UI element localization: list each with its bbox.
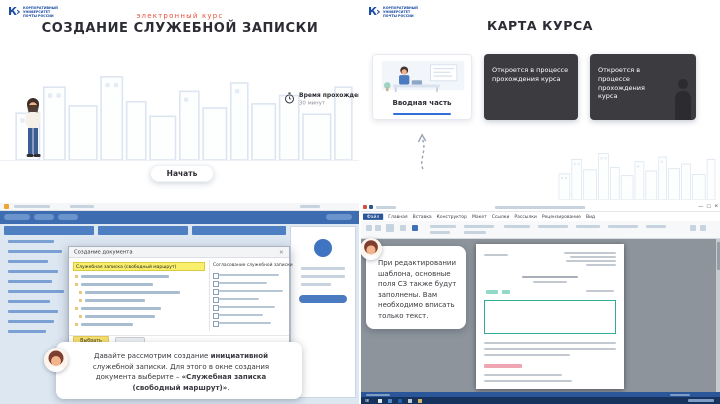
duration-label: Время прохождения: [299, 92, 360, 99]
intro-section-illustration: [381, 61, 465, 93]
narrator-caption: Давайте рассмотрим создание инициативной…: [56, 342, 302, 399]
narrator-avatar-illustration: [360, 238, 382, 260]
user-badge-icon: [314, 239, 332, 257]
duration-value: 30 минут: [299, 100, 326, 107]
scrollbar-thumb[interactable]: [716, 242, 720, 270]
taskbar-app-icon[interactable]: [387, 398, 392, 403]
dialog-titlebar: Создание документа ✕: [69, 247, 289, 258]
corporate-university-logo: К› КОРПОРАТИВНЫЙ УНИВЕРСИТЕТ ПОЧТЫ РОССИ…: [8, 6, 86, 29]
ribbon-controls: [360, 221, 720, 239]
corporate-university-logo: К› КОРПОРАТИВНЫЙ УНИВЕРСИТЕТ ПОЧТЫ РОССИ…: [368, 6, 446, 29]
screenshot-edo-document-system: Создание документа ✕ Служебная записка (…: [0, 202, 360, 404]
memo-title-placeholder: [522, 276, 578, 279]
tab-layout[interactable]: Макет: [472, 214, 487, 219]
create-document-dialog: Создание документа ✕ Служебная записка (…: [68, 246, 293, 348]
dialog-title: Создание документа: [74, 249, 133, 255]
locked-section-text: Откроется в процессе прохождения курса: [598, 66, 645, 101]
duration-text: Время прохождения 30 минут: [299, 92, 360, 107]
memo-text-field[interactable]: [484, 300, 616, 334]
course-section-card-intro[interactable]: Вводная часть: [372, 54, 472, 120]
clock-icon: [284, 92, 295, 104]
duration-info: Время прохождения 30 минут: [284, 92, 360, 107]
tab-insert[interactable]: Вставка: [413, 214, 432, 219]
tab-references[interactable]: Ссылки: [492, 214, 510, 219]
girl-character-illustration: [25, 98, 41, 157]
person-silhouette-icon: [675, 79, 691, 120]
course-screens-montage: К› КОРПОРАТИВНЫЙ УНИВЕРСИТЕТ ПОЧТЫ РОССИ…: [0, 0, 720, 404]
window-controls: — ▢ ✕: [698, 203, 718, 209]
maximize-icon[interactable]: ▢: [706, 203, 711, 209]
column-header: [192, 226, 286, 235]
memo-template-page[interactable]: [476, 244, 624, 400]
taskbar-app-icon[interactable]: [377, 398, 382, 403]
close-icon[interactable]: ✕: [279, 249, 284, 255]
save-icon[interactable]: [369, 205, 373, 209]
narrator-avatar: [360, 238, 382, 260]
autofilled-field-highlight: [486, 290, 498, 294]
taskbar-app-icon[interactable]: [417, 398, 422, 403]
start-course-button[interactable]: Начать: [150, 165, 214, 182]
document-type-item-selected[interactable]: Служебная записка (свободный маршрут): [73, 262, 205, 271]
course-section-card-locked-2[interactable]: Откроется в процессе прохождения курса: [590, 54, 696, 120]
column-header: [98, 226, 188, 235]
vertical-scrollbar[interactable]: [716, 239, 720, 392]
section-label: Вводная часть: [392, 99, 452, 107]
tab-home[interactable]: Главная: [388, 214, 407, 219]
taskbar-tray-placeholder: [688, 399, 714, 402]
narrator-caption: При редактировании шаблона, основные пол…: [366, 246, 466, 329]
active-section-indicator: [393, 113, 451, 115]
taskbar-app-icon[interactable]: [407, 398, 412, 403]
tab-mailings[interactable]: Рассылки: [514, 214, 536, 219]
start-menu-icon[interactable]: ⊞: [365, 398, 369, 403]
tab-file[interactable]: Файл: [363, 213, 384, 220]
close-icon[interactable]: ✕: [714, 203, 718, 209]
taskbar-word-icon[interactable]: [397, 398, 402, 403]
montage-divider-horizontal: [0, 201, 720, 203]
screenshot-word-template: — ▢ ✕ Файл Главная Вставка Конструктор М…: [360, 202, 720, 404]
slide-course-map: К› КОРПОРАТИВНЫЙ УНИВЕРСИТЕТ ПОЧТЫ РОССИ…: [360, 0, 720, 202]
arrow-up-to-intro-icon: [417, 133, 427, 170]
selected-text-highlight: [484, 364, 522, 368]
narrator-avatar-illustration: [44, 348, 68, 372]
column-header: [4, 226, 94, 235]
windows-taskbar: ⊞: [360, 397, 720, 404]
city-skyline-illustration: [15, 76, 353, 160]
tab-view[interactable]: Вид: [586, 214, 595, 219]
logo-mark-icon: К›: [368, 5, 380, 18]
edo-toolbar: [0, 211, 360, 224]
course-section-card-locked-1[interactable]: Откроется в процессе прохождения курса: [484, 54, 578, 120]
tab-review[interactable]: Рецензирование: [542, 214, 581, 219]
ribbon-tab-row: Файл Главная Вставка Конструктор Макет С…: [363, 212, 720, 221]
locked-section-text: Откроется в процессе прохождения курса: [492, 66, 569, 83]
autosave-icon[interactable]: [363, 205, 367, 209]
app-logo-icon: [4, 204, 9, 209]
autofilled-field-highlight: [502, 290, 510, 294]
word-titlebar: — ▢ ✕: [360, 202, 720, 212]
logo-text: КОРПОРАТИВНЫЙ УНИВЕРСИТЕТ ПОЧТЫ РОССИИ: [382, 6, 418, 19]
logo-mark-icon: К›: [8, 5, 20, 18]
logo-text: КОРПОРАТИВНЫЙ УНИВЕРСИТЕТ ПОЧТЫ РОССИИ: [22, 6, 58, 19]
panel-action-button[interactable]: [299, 295, 347, 303]
dialog-divider: [209, 260, 210, 331]
city-skyline-illustration: [558, 153, 716, 200]
ground-line: [0, 160, 360, 161]
document-title-placeholder: [495, 206, 585, 209]
narrator-avatar: [44, 348, 68, 372]
dialog-panel-header: Согласование служебной записки: [213, 262, 293, 267]
slide-intro: К› КОРПОРАТИВНЫЙ УНИВЕРСИТЕТ ПОЧТЫ РОССИ…: [0, 0, 360, 202]
tab-design[interactable]: Конструктор: [437, 214, 467, 219]
edo-window-titlebar: [0, 202, 360, 211]
minimize-icon[interactable]: —: [698, 203, 703, 209]
